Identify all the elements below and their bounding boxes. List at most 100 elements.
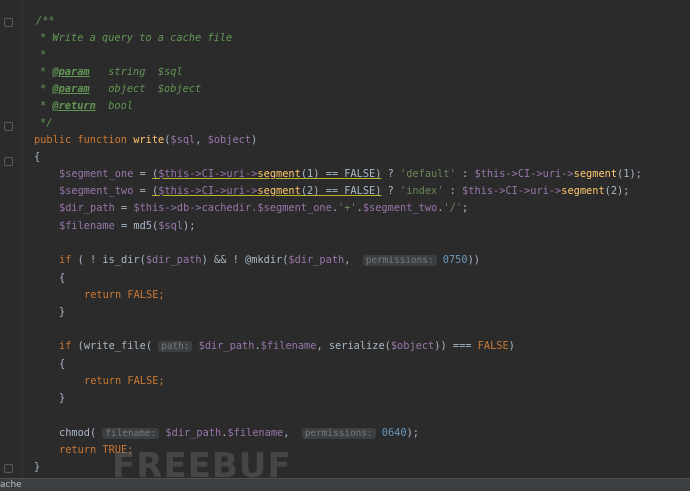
code-editor[interactable]: /** * Write a query to a cache file * * … (22, 0, 690, 478)
highlighted-expression: ($this->CI->uri->segment(2) == FALSE) (152, 185, 382, 197)
variable: $this->CI->uri-> (462, 185, 562, 197)
keyword: function (77, 134, 128, 146)
code-line: * @return bool (40, 98, 133, 115)
function-call: segment (257, 185, 301, 197)
fold-icon[interactable] (4, 464, 13, 473)
code-line: * Write a query to a cache file (40, 30, 232, 47)
expression: (1); (617, 168, 642, 180)
function-call: serialize (328, 340, 385, 352)
doc-type: string (108, 66, 146, 78)
doc-star: * (40, 66, 47, 78)
variable: $this->CI->uri-> (158, 168, 258, 180)
variable: $object (207, 134, 252, 146)
function-call: segment (257, 168, 301, 180)
code-line: { (59, 270, 65, 287)
code-line: if (write_file( path: $dir_path.$filenam… (59, 340, 515, 352)
brace: } (34, 461, 41, 473)
variable: $dir_path (145, 254, 202, 266)
doc-summary: * Write a query to a cache file (40, 32, 233, 44)
code-line: } (34, 459, 40, 476)
doc-return-tag: @return (52, 100, 96, 112)
code-line: * (40, 47, 46, 64)
function-call: @mkdir (245, 254, 283, 266)
number: 0640 (381, 427, 407, 439)
function-call: md5 (133, 220, 153, 232)
code-line: * @param object $object (40, 81, 201, 98)
code-line: { (34, 149, 40, 166)
doc-open: /** (36, 15, 55, 27)
doc-star: * (40, 100, 47, 112)
code-line: return FALSE; (84, 289, 165, 301)
brace: { (34, 151, 41, 163)
variable: $dir_path (59, 202, 115, 214)
number: 0750 (442, 254, 468, 266)
string: 'default' (400, 168, 456, 180)
doc-close: */ (40, 117, 53, 129)
parameter-hint: path: (158, 341, 193, 352)
keyword: FALSE (127, 375, 159, 387)
code-line: return FALSE; (84, 375, 165, 387)
code-line: chmod( filename: $dir_path.$filename, pe… (59, 427, 419, 439)
parameter-hint: permissions: (301, 428, 376, 439)
keyword: FALSE (127, 289, 159, 301)
variable: $sql (170, 134, 196, 146)
highlighted-expression: ($this->CI->uri->segment(1) == FALSE) (152, 168, 382, 180)
function-call: write_file (83, 340, 146, 352)
function-call: chmod (59, 427, 90, 439)
string: '+' (338, 202, 357, 214)
variable: $this->db->cachedir. (133, 202, 258, 214)
variable: $segment_two (362, 202, 438, 214)
status-bar: ache (0, 478, 690, 491)
code-line: public function write($sql, $object) (34, 134, 258, 146)
code-line: */ (40, 115, 52, 132)
code-line: /** (36, 13, 55, 30)
function-call: is_dir (102, 254, 140, 266)
doc-param-tag: @param (52, 66, 90, 78)
doc-var: $object (157, 83, 202, 95)
variable: $filename (260, 340, 317, 352)
variable: $dir_path (288, 254, 345, 266)
variable: $filename (59, 220, 115, 232)
variable: $dir_path (198, 340, 255, 352)
variable: $object (390, 340, 435, 352)
function-name: write (133, 134, 165, 146)
code-line: } (59, 390, 65, 407)
variable: $dir_path (165, 427, 222, 439)
string: '/' (443, 202, 463, 214)
variable: $this->CI->uri-> (474, 168, 574, 180)
parameter-hint: permissions: (362, 255, 437, 266)
doc-type: bool (108, 100, 134, 112)
brace: { (59, 358, 66, 370)
function-call: segment (561, 185, 605, 197)
keyword: public (34, 134, 72, 146)
code-line: if ( ! is_dir($dir_path) && ! @mkdir($di… (59, 254, 480, 266)
variable: $segment_one (257, 202, 332, 214)
expression: (1) == FALSE) (300, 168, 382, 180)
function-call: segment (573, 168, 618, 180)
variable: $segment_one (59, 168, 134, 180)
expression: (2) == FALSE) (300, 185, 382, 197)
keyword: return (59, 444, 97, 456)
code-line: $segment_two = ($this->CI->uri->segment(… (59, 185, 630, 197)
brace: { (59, 272, 66, 284)
editor-gutter (0, 0, 23, 478)
keyword: FALSE (477, 340, 509, 352)
status-bar-label: ache (0, 480, 22, 490)
variable: $sql (158, 220, 184, 232)
fold-icon[interactable] (4, 157, 13, 166)
parameter-hint: filename: (102, 428, 160, 439)
code-line: $segment_one = ($this->CI->uri->segment(… (59, 168, 642, 180)
code-line: { (59, 356, 65, 373)
variable: $this->CI->uri-> (158, 185, 258, 197)
code-line: } (59, 304, 65, 321)
fold-icon[interactable] (4, 122, 13, 131)
doc-star: * (40, 83, 47, 95)
keyword: return (84, 289, 122, 301)
doc-blank: * (40, 49, 47, 61)
variable: $segment_two (59, 185, 134, 197)
fold-icon[interactable] (4, 18, 13, 27)
code-line: * @param string $sql (40, 64, 183, 81)
keyword: if (59, 254, 72, 266)
keyword: return (84, 375, 122, 387)
doc-param-tag: @param (52, 83, 90, 95)
